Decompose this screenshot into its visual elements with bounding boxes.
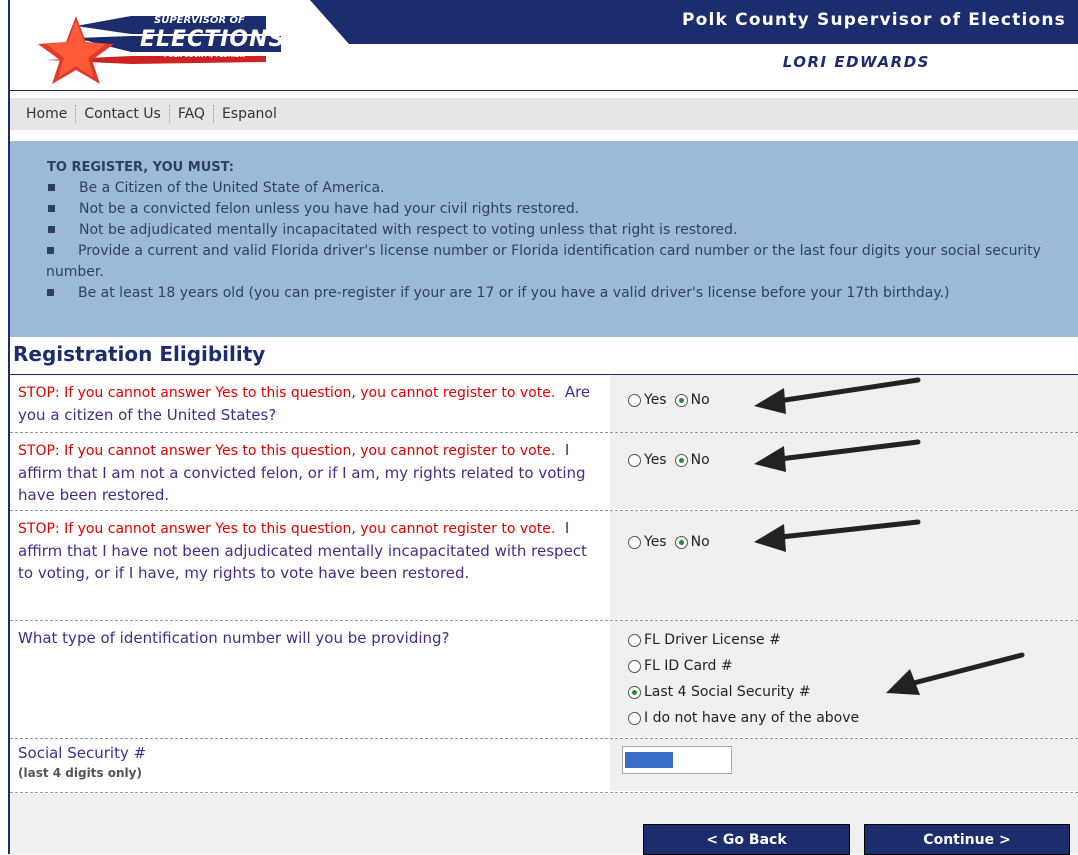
no-radio[interactable]	[674, 393, 688, 407]
id-option: I do not have any of the above	[628, 710, 867, 726]
ssn-label-cell: Social Security # (last 4 digits only)	[10, 739, 610, 791]
nav-bar: Home Contact Us FAQ Espanol	[10, 98, 1078, 130]
header-divider	[10, 90, 1078, 91]
fl-driver-license-radio[interactable]	[628, 633, 641, 647]
requirement-item: Not be adjudicated mentally incapacitate…	[47, 220, 1048, 241]
requirement-item: Be a Citizen of the United State of Amer…	[47, 178, 1048, 199]
nav-home[interactable]: Home	[10, 105, 75, 123]
requirements-box: TO REGISTER, YOU MUST: Be a Citizen of t…	[10, 141, 1078, 337]
bullet-icon	[48, 226, 55, 233]
fl-id-card-radio[interactable]	[628, 659, 641, 673]
page: SUPERVISOR OF ELECTIONS POLK COUNTY, FLO…	[0, 0, 1078, 855]
arrow-icon	[886, 652, 1025, 695]
question-text: STOP: If you cannot answer Yes to this q…	[18, 441, 586, 504]
yes-radio[interactable]	[628, 453, 641, 467]
bullet-icon	[48, 205, 55, 212]
id-option: FL Driver License #	[628, 632, 789, 648]
yes-radio[interactable]	[628, 535, 641, 549]
no-radio[interactable]	[674, 535, 688, 549]
question-text: What type of identification number will …	[18, 629, 450, 647]
stop-warning: STOP: If you cannot answer Yes to this q…	[18, 443, 556, 459]
question-text: STOP: If you cannot answer Yes to this q…	[18, 383, 591, 424]
yes-radio[interactable]	[628, 393, 641, 407]
stop-warning: STOP: If you cannot answer Yes to this q…	[18, 521, 556, 537]
ssn-sublabel: (last 4 digits only)	[18, 766, 142, 780]
question-text: STOP: If you cannot answer Yes to this q…	[18, 519, 587, 582]
logo-text-large: ELECTIONS	[140, 27, 286, 52]
ssn-input-cell	[610, 739, 1078, 791]
id-option: Last 4 Social Security #	[628, 684, 819, 700]
button-area: < Go Back Continue >	[10, 794, 1078, 855]
ssn-row: Social Security # (last 4 digits only)	[10, 739, 1078, 791]
ssn-selected-text	[625, 752, 673, 768]
stop-warning: STOP: If you cannot answer Yes to this q…	[18, 385, 556, 401]
nav-faq[interactable]: FAQ	[168, 105, 213, 123]
arrow-icon	[754, 439, 921, 472]
requirements-title: TO REGISTER, YOU MUST:	[47, 160, 234, 175]
logo-text-small: SUPERVISOR OF	[154, 15, 245, 26]
arrow-icon	[754, 519, 921, 552]
requirement-item: Provide a current and valid Florida driv…	[46, 243, 1041, 280]
ssn-input[interactable]	[622, 746, 732, 774]
title-bar: Polk County Supervisor of Elections	[310, 0, 1078, 44]
yes-no-group: Yes No	[628, 452, 718, 468]
id-option: FL ID Card #	[628, 658, 741, 674]
bullet-icon	[47, 247, 54, 254]
logo-text-county: POLK COUNTY, FLORIDA	[164, 52, 245, 59]
yes-no-group: Yes No	[628, 534, 718, 550]
arrow-icon	[754, 377, 921, 414]
last-4-ssn-radio[interactable]	[628, 685, 641, 699]
ssn-label: Social Security #	[18, 744, 147, 762]
supervisor-name: LORI EDWARDS	[782, 53, 930, 71]
site-title: Polk County Supervisor of Elections	[681, 10, 1066, 30]
section-title: Registration Eligibility	[13, 342, 266, 366]
no-radio[interactable]	[674, 453, 688, 467]
requirement-item: Be at least 18 years old (you can pre-re…	[46, 283, 1048, 304]
nav-espanol[interactable]: Espanol	[212, 105, 285, 123]
elections-logo[interactable]: SUPERVISOR OF ELECTIONS POLK COUNTY, FLO…	[36, 8, 296, 84]
bullet-icon	[47, 289, 54, 296]
row-divider	[10, 792, 1078, 793]
header: SUPERVISOR OF ELECTIONS POLK COUNTY, FLO…	[10, 0, 1078, 90]
requirement-item: Not be a convicted felon unless you have…	[47, 199, 1048, 220]
no-id-radio[interactable]	[628, 711, 641, 725]
go-back-button[interactable]: < Go Back	[643, 824, 850, 855]
yes-no-group: Yes No	[628, 392, 718, 408]
bullet-icon	[48, 184, 55, 191]
nav-contact-us[interactable]: Contact Us	[75, 105, 168, 123]
continue-button[interactable]: Continue >	[864, 824, 1070, 855]
